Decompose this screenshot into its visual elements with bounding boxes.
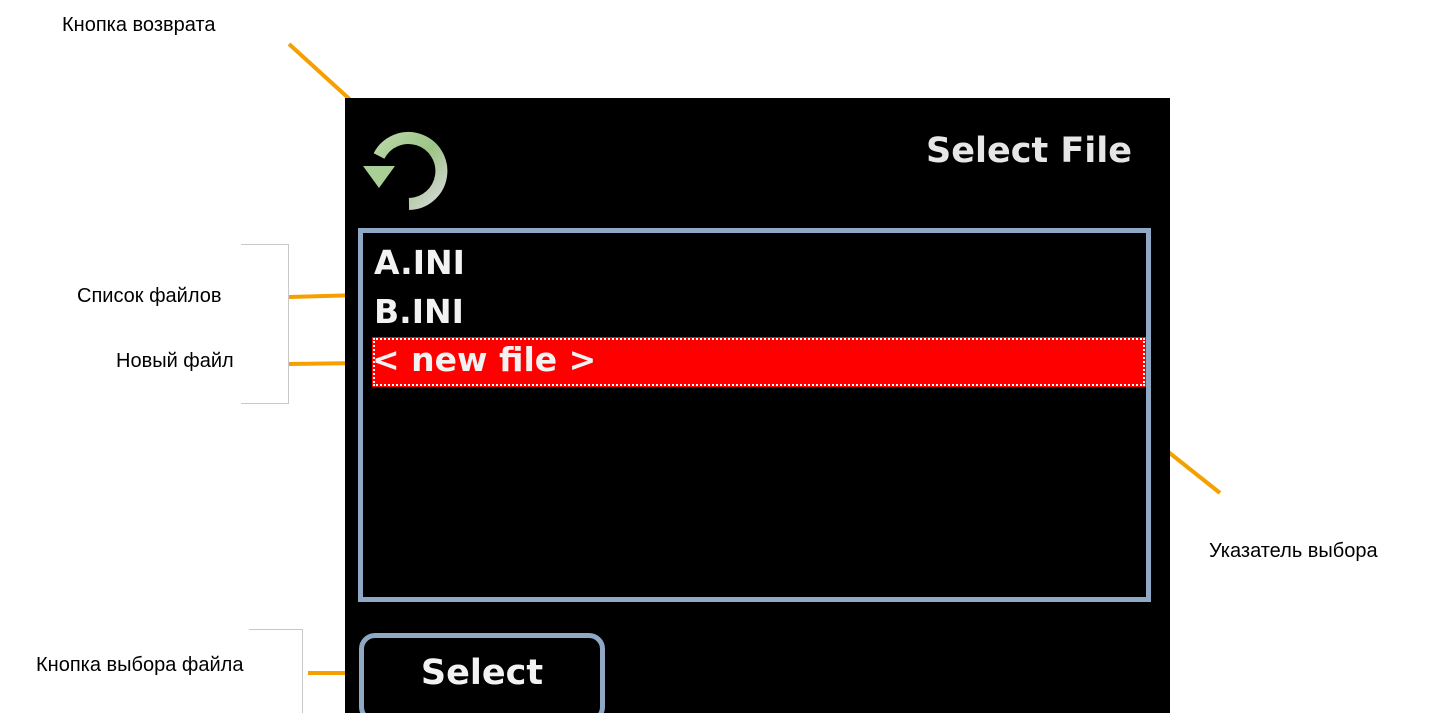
file-item-b-ini[interactable]: B.INI [374,290,464,334]
device-screen: Select File A.INI B.INI < new file > Sel… [345,98,1170,713]
file-list-bracket-side [288,244,289,404]
callout-back-button: Кнопка возврата [62,14,216,36]
file-list-bracket-top [241,244,288,245]
select-button[interactable]: Select [359,633,605,713]
new-file-item[interactable]: < new file > [372,337,1146,387]
callout-new-file: Новый файл [116,350,234,372]
callout-file-list: Список файлов [77,285,222,307]
file-item-a-ini[interactable]: A.INI [374,241,465,285]
select-button-bracket-side [302,629,303,713]
callout-select-file-button: Кнопка выбора файла [36,654,244,676]
screen-title: Select File [926,131,1132,171]
select-button-bracket-top [249,629,302,630]
back-button[interactable] [357,116,457,210]
callout-selection-pointer: Указатель выбора [1209,540,1378,562]
file-list: A.INI B.INI < new file > [358,228,1151,602]
rotate-back-icon [363,132,448,210]
file-list-bracket-bottom [241,403,288,404]
